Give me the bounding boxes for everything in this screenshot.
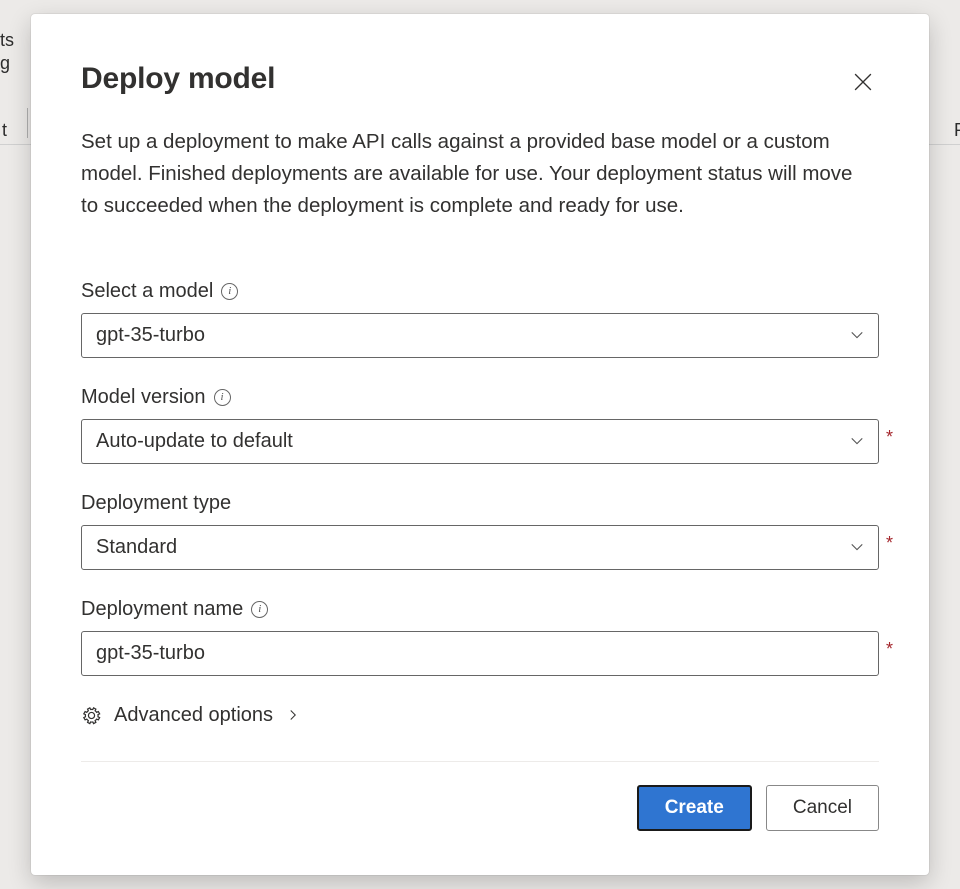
label-text: Model version xyxy=(81,386,206,409)
button-label: Create xyxy=(665,797,724,819)
dialog-description: Set up a deployment to make API calls ag… xyxy=(81,126,861,221)
button-label: Cancel xyxy=(793,797,852,819)
deployment-type-select[interactable]: Standard xyxy=(81,525,879,570)
chevron-right-icon xyxy=(287,709,299,721)
label-text: Select a model xyxy=(81,280,213,303)
close-icon xyxy=(854,73,872,91)
required-asterisk: * xyxy=(886,533,893,554)
cancel-button[interactable]: Cancel xyxy=(766,785,879,831)
select-value: gpt-35-turbo xyxy=(96,324,205,347)
field-label: Deployment name i xyxy=(81,598,879,621)
advanced-options-label: Advanced options xyxy=(114,704,273,727)
bg-fragment: ag xyxy=(0,53,10,74)
field-deployment-name: Deployment name i * xyxy=(81,598,879,676)
model-version-select[interactable]: Auto-update to default xyxy=(81,419,879,464)
bg-divider xyxy=(27,108,28,138)
chevron-down-icon xyxy=(850,540,864,554)
chevron-down-icon xyxy=(850,328,864,342)
create-button[interactable]: Create xyxy=(637,785,752,831)
label-text: Deployment type xyxy=(81,492,231,515)
required-asterisk: * xyxy=(886,639,893,660)
gear-icon xyxy=(81,705,102,726)
field-label: Deployment type xyxy=(81,492,879,515)
dialog-title: Deploy model xyxy=(81,62,275,96)
model-select[interactable]: gpt-35-turbo xyxy=(81,313,879,358)
field-deployment-type: Deployment type Standard * xyxy=(81,492,879,570)
deploy-model-dialog: Deploy model Set up a deployment to make… xyxy=(31,14,929,875)
field-select-model: Select a model i gpt-35-turbo xyxy=(81,280,879,358)
select-value: Auto-update to default xyxy=(96,430,293,453)
advanced-options-toggle[interactable]: Advanced options xyxy=(81,704,299,727)
info-icon[interactable]: i xyxy=(251,601,268,618)
dialog-header: Deploy model xyxy=(81,62,879,98)
info-icon[interactable]: i xyxy=(214,389,231,406)
dialog-footer: Create Cancel xyxy=(81,785,879,831)
form-fields: Select a model i gpt-35-turbo Model vers… xyxy=(81,280,879,727)
info-icon[interactable]: i xyxy=(221,283,238,300)
field-model-version: Model version i Auto-update to default * xyxy=(81,386,879,464)
select-value: Standard xyxy=(96,536,177,559)
close-button[interactable] xyxy=(847,66,879,98)
field-label: Model version i xyxy=(81,386,879,409)
label-text: Deployment name xyxy=(81,598,243,621)
chevron-down-icon xyxy=(850,434,864,448)
field-label: Select a model i xyxy=(81,280,879,303)
bg-fragment: Pla xyxy=(954,120,960,141)
deployment-name-input[interactable] xyxy=(81,631,879,676)
bg-fragment: nts xyxy=(0,30,14,51)
required-asterisk: * xyxy=(886,427,893,448)
bg-fragment: t xyxy=(2,120,7,141)
